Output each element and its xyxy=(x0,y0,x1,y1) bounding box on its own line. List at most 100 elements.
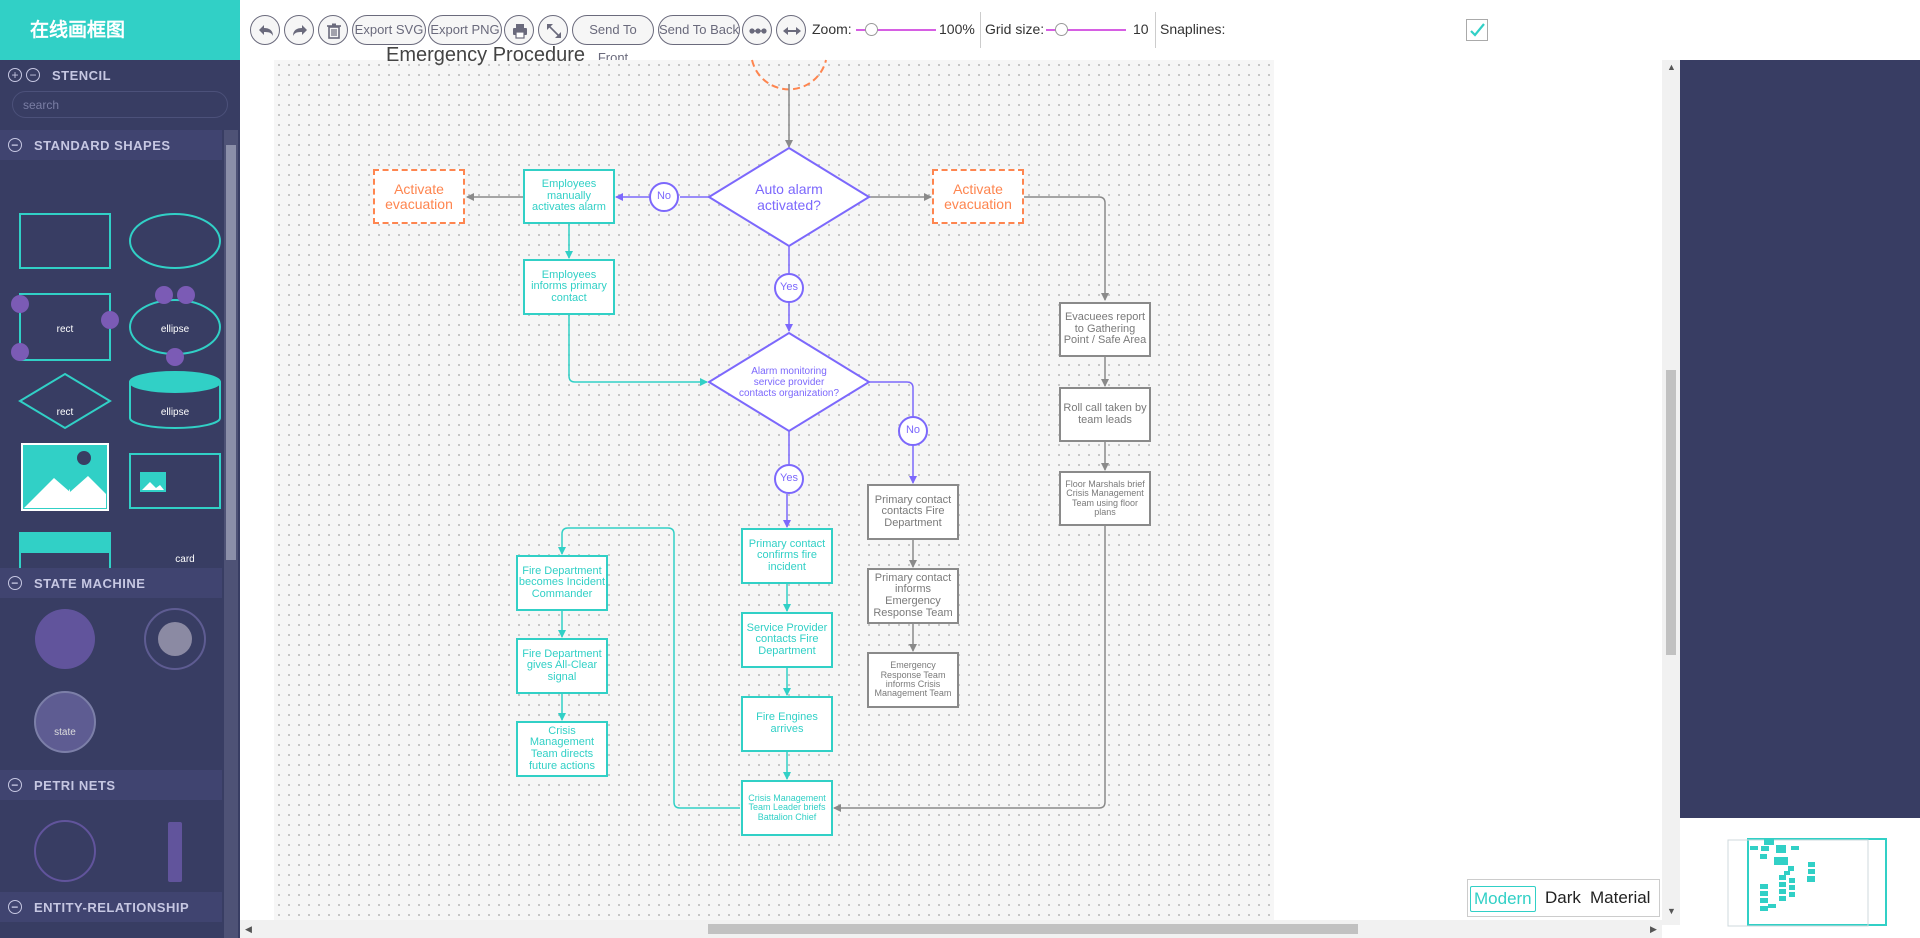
shape-label: state xyxy=(54,727,76,738)
shape-label: rect xyxy=(56,407,74,418)
group-state-machine[interactable]: − STATE MACHINE xyxy=(0,568,222,598)
node-label: Evacuees report to Gathering Point / Saf… xyxy=(1063,311,1147,347)
group-standard-shapes[interactable]: − STANDARD SHAPES xyxy=(0,130,222,160)
scroll-up-icon[interactable]: ▲ xyxy=(1667,62,1676,72)
node-fire-engines-arrive[interactable]: Fire Engines arrives xyxy=(741,696,833,752)
node-activate-evacuation-1[interactable]: Activate evacuation xyxy=(373,169,465,224)
navigator-minimap[interactable] xyxy=(1680,818,1920,938)
node-label: Emergency Response Team informs Crisis M… xyxy=(874,660,952,699)
node-label: Crisis Management Team directs future ac… xyxy=(528,724,596,772)
collapse-group-icon[interactable]: − xyxy=(8,138,22,152)
node-label: Service Provider contacts Fire Departmen… xyxy=(746,621,828,657)
node-cmt-directs[interactable]: Crisis Management Team directs future ac… xyxy=(516,721,608,777)
link-label: No xyxy=(905,424,921,437)
shape-label: ellipse xyxy=(160,407,190,418)
stencil-search-input[interactable] xyxy=(12,91,228,118)
group-title: PETRI NETS xyxy=(34,778,116,793)
collapse-group-icon[interactable]: − xyxy=(8,778,22,792)
node-activate-evacuation-2[interactable]: Activate evacuation xyxy=(932,169,1024,224)
scroll-down-icon[interactable]: ▼ xyxy=(1667,906,1676,916)
expand-all-icon[interactable]: + xyxy=(8,68,22,82)
port-circle xyxy=(11,343,29,361)
node-ert-informs-cmt[interactable]: Emergency Response Team informs Crisis M… xyxy=(867,652,959,708)
shape-state[interactable] xyxy=(34,691,96,753)
grid-slider-knob[interactable] xyxy=(1055,23,1068,36)
export-svg-button[interactable]: Export SVG xyxy=(352,15,426,45)
toolbar-divider xyxy=(980,12,981,48)
shape-rect[interactable] xyxy=(19,213,111,269)
diagram-title[interactable]: Emergency Procedure xyxy=(386,44,585,67)
port-circle xyxy=(155,286,173,304)
zoom-value: 100% xyxy=(939,21,975,37)
group-petri-nets[interactable]: − PETRI NETS xyxy=(0,770,222,800)
petri-nets-palette xyxy=(34,820,182,882)
port-circle xyxy=(11,295,29,313)
navigator-viewport[interactable] xyxy=(1747,838,1887,926)
node-evacuees-report[interactable]: Evacuees report to Gathering Point / Saf… xyxy=(1059,302,1151,357)
collapse-group-icon[interactable]: − xyxy=(8,900,22,914)
node-floor-marshals[interactable]: Floor Marshals brief Crisis Management T… xyxy=(1059,471,1151,526)
group-title: ENTITY-RELATIONSHIP xyxy=(34,900,190,915)
zoom-fit-icon[interactable] xyxy=(538,15,568,45)
toolbar-divider xyxy=(1155,12,1156,48)
label-yes-2[interactable]: Yes xyxy=(774,464,804,494)
node-roll-call[interactable]: Roll call taken by team leads xyxy=(1059,387,1151,442)
scroll-left-icon[interactable]: ◀ xyxy=(245,924,252,935)
node-employees-inform-contact[interactable]: Employees informs primary contact xyxy=(523,259,615,315)
trash-icon[interactable] xyxy=(318,15,348,45)
node-confirms-fire[interactable]: Primary contact confirms fire incident xyxy=(741,528,833,584)
collapse-all-icon[interactable]: − xyxy=(26,68,40,82)
snaplines-checkbox[interactable] xyxy=(1466,19,1488,41)
stencil-scrollbar-thumb[interactable] xyxy=(226,145,236,560)
node-label: Employees manually activates alarm xyxy=(532,178,606,214)
link-label: Yes xyxy=(780,472,798,485)
label-no-2[interactable]: No xyxy=(898,416,928,446)
undo-icon[interactable] xyxy=(250,15,280,45)
vertical-scrollbar-thumb[interactable] xyxy=(1666,370,1676,655)
shape-ellipse[interactable] xyxy=(129,213,221,269)
navigator-panel xyxy=(1680,60,1920,938)
send-to-front-button[interactable]: Send To Front xyxy=(572,15,654,65)
node-employees-manual-alarm[interactable]: Employees manually activates alarm xyxy=(523,169,615,224)
node-label: Fire Engines arrives xyxy=(756,711,818,735)
port-circle xyxy=(166,348,184,366)
checkmark-icon xyxy=(1470,23,1485,37)
node-label: Floor Marshals brief Crisis Management T… xyxy=(1065,478,1145,517)
scroll-right-icon[interactable]: ▶ xyxy=(1650,924,1657,935)
theme-material[interactable]: Material xyxy=(1587,886,1653,912)
node-label: Fire Department becomes Incident Command… xyxy=(518,564,606,600)
label-yes-1[interactable]: Yes xyxy=(774,273,804,303)
node-primary-informs-ert[interactable]: Primary contact informs Emergency Respon… xyxy=(867,568,959,624)
node-fd-incident-commander[interactable]: Fire Department becomes Incident Command… xyxy=(516,555,608,611)
node-primary-contacts-fire[interactable]: Primary contact contacts Fire Department xyxy=(867,484,959,540)
node-label: Primary contact contacts Fire Department xyxy=(874,493,952,529)
shape-start-state[interactable] xyxy=(35,609,95,669)
zoom-slider-knob[interactable] xyxy=(865,23,878,36)
link-label: Yes xyxy=(780,281,798,294)
stencil-groups: − STANDARD SHAPES rect ellipse rect elli… xyxy=(0,130,222,938)
stencil-header: + − STENCIL xyxy=(0,60,240,130)
print-icon[interactable] xyxy=(504,15,534,45)
snaplines-label: Snaplines: xyxy=(1160,21,1226,37)
send-to-back-button[interactable]: Send To Back xyxy=(658,15,740,45)
fit-width-icon[interactable] xyxy=(776,15,806,45)
redo-icon[interactable] xyxy=(284,15,314,45)
horizontal-scrollbar-thumb[interactable] xyxy=(708,924,1358,934)
node-fd-all-clear[interactable]: Fire Department gives All-Clear signal xyxy=(516,638,608,694)
theme-modern[interactable]: Modern xyxy=(1470,886,1536,912)
shape-transition[interactable] xyxy=(168,822,182,882)
node-label: Primary contact informs Emergency Respon… xyxy=(873,571,953,619)
node-provider-contacts-fire[interactable]: Service Provider contacts Fire Departmen… xyxy=(741,612,833,668)
shape-place[interactable] xyxy=(34,820,96,882)
state-machine-palette xyxy=(34,608,206,753)
layout-icon[interactable] xyxy=(742,15,772,45)
shape-rhombus[interactable] xyxy=(18,372,112,430)
theme-dark[interactable]: Dark xyxy=(1542,886,1584,912)
collapse-group-icon[interactable]: − xyxy=(8,576,22,590)
node-cmt-leader-briefs[interactable]: Crisis Management Team Leader briefs Bat… xyxy=(741,780,833,836)
group-entity-relationship[interactable]: − ENTITY-RELATIONSHIP xyxy=(0,892,222,922)
node-label: Crisis Management Team Leader briefs Bat… xyxy=(748,792,826,822)
navigator-background xyxy=(1680,60,1920,818)
export-png-button[interactable]: Export PNG xyxy=(428,15,502,45)
label-no-1[interactable]: No xyxy=(649,182,679,212)
